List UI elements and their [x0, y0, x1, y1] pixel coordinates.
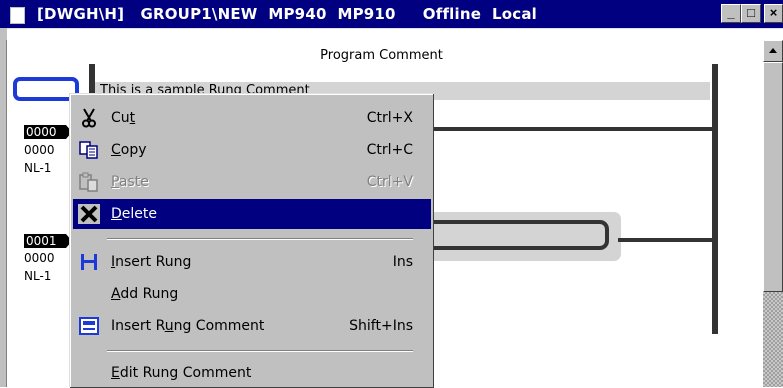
menu-item-label: Add Rung	[111, 286, 179, 302]
menu-item-paste[interactable]: Paste Ctrl+V	[73, 167, 431, 197]
menu-item-copy[interactable]: Copy Ctrl+C	[73, 135, 431, 165]
menu-item-add-rung[interactable]: Add Rung	[73, 279, 431, 309]
rung-0001-line[interactable]	[618, 238, 712, 242]
left-frame-edge	[6, 40, 7, 387]
menu-item-shortcut: Shift+Ins	[349, 318, 413, 334]
menu-separator	[107, 238, 413, 240]
minimize-button[interactable]: _	[721, 4, 741, 23]
insert-rung-icon	[81, 254, 97, 270]
menu-item-shortcut: Ctrl+X	[366, 110, 413, 126]
menu-item-label: Copy	[111, 142, 147, 158]
copy-icon	[79, 141, 98, 159]
delete-x-icon	[78, 204, 100, 224]
menu-item-label: Edit Rung Comment	[111, 365, 252, 381]
menu-item-insert-rung-comment[interactable]: Insert Rung Comment Shift+Ins	[73, 311, 431, 341]
right-power-rail	[712, 64, 718, 334]
menu-item-label: Insert Rung	[111, 254, 192, 270]
rung-0000-line[interactable]	[430, 127, 712, 131]
paste-icon	[79, 172, 98, 192]
rung-0001-branch[interactable]	[428, 220, 609, 250]
menu-item-delete[interactable]: Delete	[73, 199, 431, 229]
menu-item-shortcut: Ins	[392, 254, 413, 270]
program-comment[interactable]: Program Comment	[0, 48, 763, 63]
window-icon[interactable]	[10, 7, 25, 24]
close-button[interactable]: ×	[764, 4, 783, 23]
menu-item-shortcut: Ctrl+C	[366, 142, 413, 158]
rung-nest-level: NL-1	[24, 161, 52, 175]
menu-item-insert-rung[interactable]: Insert Rung Ins	[73, 247, 431, 277]
menu-item-label: Cut	[111, 110, 136, 126]
rung-step-number: 0000	[24, 251, 55, 265]
menu-item-label: Delete	[111, 206, 157, 222]
menu-item-label: Paste	[111, 174, 149, 190]
title-bar[interactable]: [DWGH\H] GROUP1\NEW MP940 MP910 Offline …	[0, 0, 783, 28]
context-menu: Cut Ctrl+X Copy Ctrl+C Paste Ctrl+V Dele…	[69, 93, 433, 387]
maximize-button[interactable]: □	[741, 4, 761, 23]
menu-item-edit-rung-comment[interactable]: Edit Rung Comment	[73, 358, 431, 388]
scroll-track[interactable]	[763, 292, 783, 387]
menu-item-label: Insert Rung Comment	[111, 318, 265, 334]
window-title: [DWGH\H] GROUP1\NEW MP940 MP910 Offline …	[37, 5, 537, 23]
frame-divider	[0, 28, 783, 29]
scroll-up-button[interactable]	[763, 40, 783, 62]
rung-nest-level: NL-1	[24, 269, 52, 283]
menu-item-shortcut: Ctrl+V	[366, 174, 413, 190]
menu-separator	[107, 350, 413, 352]
scissors-icon	[82, 108, 96, 128]
rung-number-badge[interactable]: 0000	[24, 125, 72, 139]
insert-comment-icon	[79, 317, 99, 335]
rung-number-badge[interactable]: 0001	[24, 234, 72, 248]
rung-step-number: 0000	[24, 143, 55, 157]
scroll-thumb[interactable]	[763, 62, 783, 292]
menu-item-cut[interactable]: Cut Ctrl+X	[73, 103, 431, 133]
